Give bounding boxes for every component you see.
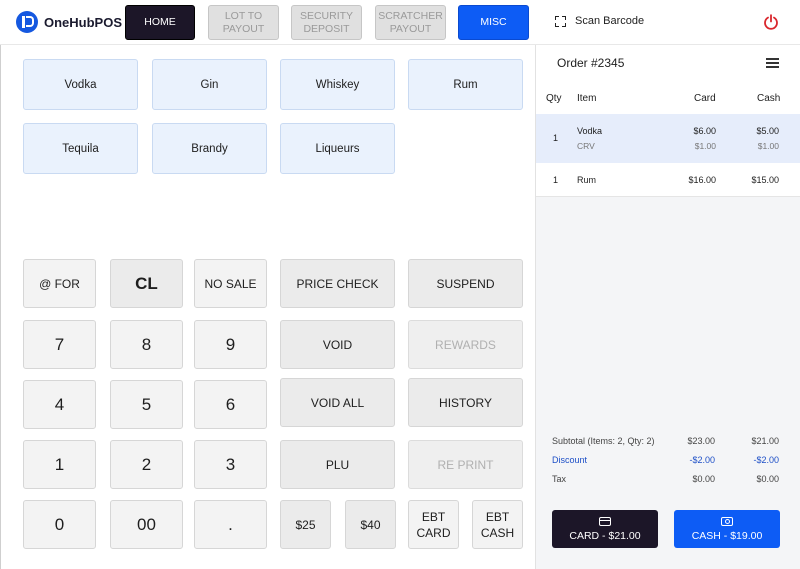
ebt-cash-button[interactable]: EBT CASH	[472, 500, 523, 549]
key-1-button[interactable]: 1	[23, 440, 96, 489]
key-0-button[interactable]: 0	[23, 500, 96, 549]
top-bar: OneHubPOS HOME LOT TO PAYOUT SECURITY DE…	[0, 0, 800, 45]
line-cash-price: $15.00	[751, 175, 779, 185]
tax-cash: $0.00	[756, 474, 779, 484]
subtotal-cash: $21.00	[751, 436, 779, 446]
nav-scratcher-payout-button[interactable]: SCRATCHER PAYOUT	[375, 5, 446, 40]
key-9-button[interactable]: 9	[194, 320, 267, 369]
order-title: Order #2345	[557, 56, 625, 70]
column-qty: Qty	[546, 93, 562, 104]
key-2-button[interactable]: 2	[110, 440, 183, 489]
pay-card-button[interactable]: CARD - $21.00	[552, 510, 658, 548]
clear-button[interactable]: CL	[110, 259, 183, 308]
category-vodka-button[interactable]: Vodka	[23, 59, 138, 110]
discount-label[interactable]: Discount	[552, 455, 587, 465]
suspend-button[interactable]: SUSPEND	[408, 259, 523, 308]
ebt-card-button[interactable]: EBT CARD	[408, 500, 459, 549]
at-for-button[interactable]: @ FOR	[23, 259, 96, 308]
price-check-button[interactable]: PRICE CHECK	[280, 259, 395, 308]
column-item: Item	[577, 93, 597, 104]
category-gin-button[interactable]: Gin	[152, 59, 267, 110]
key-decimal-button[interactable]: .	[194, 500, 267, 549]
category-rum-button[interactable]: Rum	[408, 59, 523, 110]
re-print-button[interactable]: RE PRINT	[408, 440, 523, 489]
power-icon[interactable]	[763, 14, 779, 30]
nav-home-button[interactable]: HOME	[125, 5, 195, 40]
key-00-button[interactable]: 00	[110, 500, 183, 549]
nav-security-deposit-button[interactable]: SECURITY DEPOSIT	[291, 5, 362, 40]
app-name: OneHubPOS	[44, 14, 123, 30]
credit-card-icon	[599, 516, 611, 526]
category-whiskey-button[interactable]: Whiskey	[280, 59, 395, 110]
key-7-button[interactable]: 7	[23, 320, 96, 369]
scan-barcode-button[interactable]: Scan Barcode	[555, 15, 644, 27]
line-qty: 1	[553, 175, 559, 185]
order-header: Order #2345	[536, 45, 800, 81]
register-area: Vodka Gin Whiskey Rum Tequila Brandy Liq…	[0, 45, 535, 569]
discount-cash: -$2.00	[753, 455, 779, 465]
pay-card-label: CARD - $21.00	[569, 529, 641, 542]
key-3-button[interactable]: 3	[194, 440, 267, 489]
category-liqueurs-button[interactable]: Liqueurs	[280, 123, 395, 174]
column-cash: Cash	[757, 93, 781, 104]
cash-icon	[721, 516, 733, 526]
line-sub-cash-price: $1.00	[757, 141, 779, 151]
key-5-button[interactable]: 5	[110, 380, 183, 429]
scan-barcode-label: Scan Barcode	[575, 15, 645, 27]
line-item-name: Vodka	[577, 126, 603, 136]
discount-card: -$2.00	[689, 455, 715, 465]
line-card-price: $6.00	[693, 126, 716, 136]
void-all-button[interactable]: VOID ALL	[280, 378, 395, 427]
category-tequila-button[interactable]: Tequila	[23, 123, 138, 174]
subtotal-card: $23.00	[687, 436, 715, 446]
pay-cash-button[interactable]: CASH - $19.00	[674, 510, 780, 548]
line-item-name: Rum	[577, 175, 597, 185]
rewards-button[interactable]: REWARDS	[408, 320, 523, 369]
tax-card: $0.00	[692, 474, 715, 484]
column-card: Card	[694, 93, 716, 104]
quick-amount-25-button[interactable]: $25	[280, 500, 331, 549]
barcode-scan-icon	[555, 15, 566, 27]
menu-icon[interactable]	[766, 58, 779, 68]
tax-row: Tax $0.00 $0.00	[536, 474, 800, 488]
line-qty: 1	[553, 133, 559, 143]
tax-label: Tax	[552, 474, 567, 484]
nav-misc-button[interactable]: MISC	[458, 5, 529, 40]
pay-cash-label: CASH - $19.00	[691, 529, 763, 542]
order-panel: Order #2345 Qty Item Card Cash 1 Vodka $…	[535, 45, 800, 569]
no-sale-button[interactable]: NO SALE	[194, 259, 267, 308]
discount-row[interactable]: Discount -$2.00 -$2.00	[536, 455, 800, 469]
history-button[interactable]: HISTORY	[408, 378, 523, 427]
order-line-item[interactable]: 1 Rum $16.00 $15.00	[536, 163, 800, 197]
onehub-logo-icon	[16, 11, 38, 33]
key-8-button[interactable]: 8	[110, 320, 183, 369]
app-logo: OneHubPOS	[16, 11, 122, 33]
void-button[interactable]: VOID	[280, 320, 395, 369]
order-column-headers: Qty Item Card Cash	[536, 81, 800, 114]
category-brandy-button[interactable]: Brandy	[152, 123, 267, 174]
subtotal-label: Subtotal (Items: 2, Qty: 2)	[552, 436, 655, 446]
nav-lot-to-payout-button[interactable]: LOT TO PAYOUT	[208, 5, 279, 40]
plu-button[interactable]: PLU	[280, 440, 395, 489]
key-4-button[interactable]: 4	[23, 380, 96, 429]
order-line-item[interactable]: 1 Vodka $6.00 $5.00 CRV $1.00 $1.00	[536, 114, 800, 163]
line-sub-card-price: $1.00	[694, 141, 716, 151]
line-cash-price: $5.00	[756, 126, 779, 136]
subtotal-row: Subtotal (Items: 2, Qty: 2) $23.00 $21.0…	[536, 436, 800, 450]
quick-amount-40-button[interactable]: $40	[345, 500, 396, 549]
line-sub-item-name: CRV	[577, 141, 595, 151]
key-6-button[interactable]: 6	[194, 380, 267, 429]
line-card-price: $16.00	[688, 175, 716, 185]
